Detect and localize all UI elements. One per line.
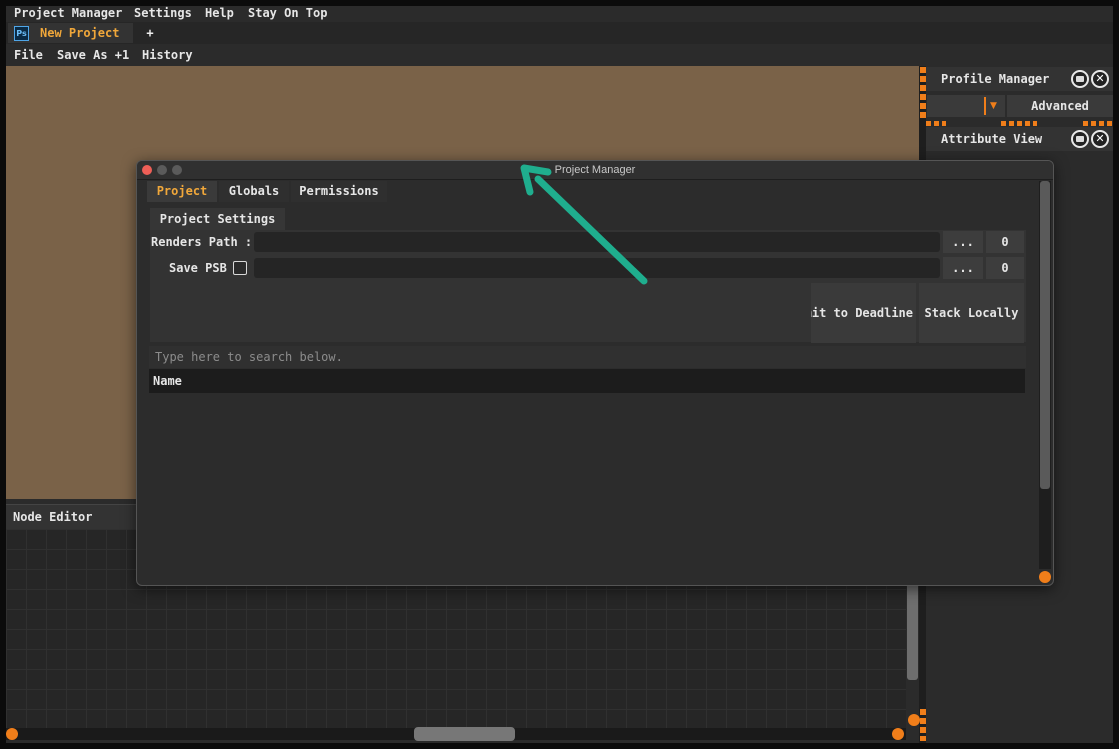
annotation-arrow xyxy=(520,164,648,285)
annotation-arrow-shaft xyxy=(534,175,648,285)
